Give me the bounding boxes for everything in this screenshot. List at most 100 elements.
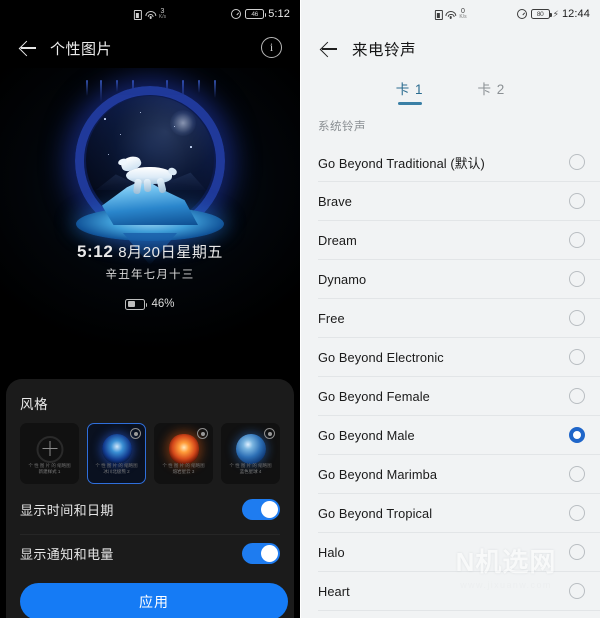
- tab-sim-1[interactable]: 卡 1: [396, 78, 424, 105]
- ringtone-radio[interactable]: [569, 193, 585, 209]
- charging-bolt-icon: ⚡: [552, 8, 559, 19]
- network-speed-indicator: 0 K/s: [459, 8, 466, 20]
- ringtone-radio[interactable]: [569, 349, 585, 365]
- lockscreen-lunar-date: 辛丑年七月十三: [105, 269, 195, 281]
- list-item[interactable]: Go Beyond Electronic: [318, 338, 600, 377]
- style-thumb-earth[interactable]: 个 性 图 片 的 缩略图 蓝色星球 4: [221, 423, 280, 484]
- thumb-caption: 个 性 图 片 的 缩略图 蓝色星球 4: [222, 463, 279, 477]
- ringtone-name: Heart: [318, 583, 350, 599]
- lockscreen-time-date: 5:12 8月20日星期五: [0, 241, 300, 262]
- wifi-icon: [144, 11, 156, 20]
- battery-icon: [125, 298, 148, 310]
- status-time: 12:44: [561, 8, 590, 20]
- polar-bear-orb-icon: [101, 434, 132, 464]
- battery-icon: 46: [245, 9, 267, 19]
- ringtone-radio[interactable]: [569, 544, 585, 560]
- style-section-title: 风格: [20, 397, 49, 412]
- ringtone-radio[interactable]: [569, 232, 585, 248]
- thumb-caption-top: 个 性 图 片 的 缩略图: [229, 462, 272, 468]
- moon-glow: [170, 110, 196, 136]
- sim-card-icon: [133, 10, 142, 20]
- list-item[interactable]: Brave: [318, 182, 600, 221]
- show-notifications-battery-switch[interactable]: [242, 543, 280, 564]
- back-arrow-icon[interactable]: [317, 38, 339, 60]
- ringtone-radio[interactable]: [569, 154, 585, 170]
- battery-level-text: 80: [536, 10, 544, 18]
- ringtone-radio[interactable]: [569, 388, 585, 404]
- ringtone-radio-selected[interactable]: [569, 427, 585, 443]
- battery-level-text: 46: [251, 10, 258, 18]
- apply-button[interactable]: 应用: [20, 583, 288, 618]
- battery-icon: 80: [530, 9, 552, 19]
- list-item[interactable]: Go Beyond Male: [318, 416, 600, 455]
- list-item[interactable]: Go Beyond Female: [318, 377, 600, 416]
- ringtone-radio[interactable]: [569, 310, 585, 326]
- fire-orb-icon: [168, 434, 199, 464]
- network-speed-indicator: 3 K/s: [159, 8, 166, 20]
- lockscreen-preview: 5:12 8月20日星期五 辛丑年七月十三 46%: [0, 68, 300, 368]
- style-thumb-polar-bear[interactable]: 个 性 图 片 的 缩略图 冰川北极熊 2: [87, 423, 146, 484]
- list-item[interactable]: Go Beyond Traditional (默认): [318, 143, 600, 182]
- list-item[interactable]: Free: [318, 299, 600, 338]
- back-arrow-icon[interactable]: [16, 37, 38, 59]
- ringtone-radio[interactable]: [569, 466, 585, 482]
- toggle-row-show-notifications-battery[interactable]: 显示通知和电量: [20, 534, 280, 572]
- style-thumb-fire[interactable]: 个 性 图 片 的 缩略图 熔岩星云 3: [154, 423, 213, 484]
- show-time-date-switch[interactable]: [242, 498, 280, 520]
- polar-bear-artwork: [55, 80, 245, 265]
- earth-orb-icon: [235, 434, 266, 464]
- info-icon[interactable]: i: [261, 37, 282, 58]
- sim-card-icon: [434, 10, 443, 20]
- status-right-group: 80 ⚡ 12:44: [516, 8, 590, 20]
- thumb-caption-bottom: 新建样式 1: [38, 469, 61, 475]
- style-editor-panel: 风格 个 性 图 片 的 缩略图 新建样式 1 个 性 图 片 的 缩略图 冰川…: [6, 379, 294, 618]
- right-app-header: 来电铃声: [301, 28, 600, 70]
- style-option-badge-icon: [264, 428, 275, 439]
- thumb-caption-top: 个 性 图 片 的 缩略图: [28, 462, 71, 468]
- status-center-group: 0 K/s: [434, 8, 467, 20]
- list-item[interactable]: Dynamo: [318, 260, 600, 299]
- thumb-caption: 个 性 图 片 的 缩略图 冰川北极熊 2: [88, 463, 145, 477]
- plus-icon: [42, 441, 57, 456]
- thumb-caption: 个 性 图 片 的 缩略图 新建样式 1: [21, 463, 78, 477]
- lockscreen-clock-block: 5:12 8月20日星期五 辛丑年七月十三 46%: [0, 241, 300, 310]
- ringtone-name: Free: [318, 310, 345, 326]
- dual-phone-screenshot: 3 K/s 46 5:12 个性图片 i 5:12 8月20日星期五 辛丑年七月…: [0, 0, 600, 618]
- ringtone-name: Brave: [318, 193, 352, 209]
- ringtone-name: Go Beyond Marimba: [318, 466, 438, 482]
- sim-card-tabs: 卡 1 卡 2: [301, 70, 600, 112]
- ringtone-name: Go Beyond Female: [318, 388, 430, 404]
- lockscreen-battery-percent: 46%: [151, 298, 175, 310]
- style-thumbnail-list: 个 性 图 片 的 缩略图 新建样式 1 个 性 图 片 的 缩略图 冰川北极熊…: [20, 423, 280, 484]
- left-phone-panel: 3 K/s 46 5:12 个性图片 i 5:12 8月20日星期五 辛丑年七月…: [0, 0, 300, 618]
- network-speed-unit: K/s: [158, 14, 167, 20]
- status-right-group: 46 5:12: [231, 8, 290, 20]
- ringtone-radio[interactable]: [569, 505, 585, 521]
- list-item[interactable]: Go Beyond Tropical: [318, 494, 600, 533]
- add-style-thumb[interactable]: 个 性 图 片 的 缩略图 新建样式 1: [20, 423, 79, 484]
- wifi-icon: [445, 11, 457, 20]
- thumb-caption: 个 性 图 片 的 缩略图 熔岩星云 3: [155, 463, 212, 477]
- list-item[interactable]: Halo: [318, 533, 600, 572]
- list-item[interactable]: Dream: [318, 221, 600, 260]
- alarm-icon: [231, 9, 242, 19]
- toggle-label: 显示时间和日期: [20, 502, 114, 518]
- ringtone-name: Go Beyond Traditional (默认): [318, 155, 485, 171]
- toggle-row-show-time-date[interactable]: 显示时间和日期: [20, 490, 280, 528]
- ringtone-radio[interactable]: [569, 271, 585, 287]
- list-item[interactable]: Go Beyond Marimba: [318, 455, 600, 494]
- ringtone-name: Dynamo: [318, 271, 367, 287]
- status-time: 5:12: [268, 8, 290, 20]
- tab-sim-2[interactable]: 卡 2: [478, 78, 506, 105]
- style-option-badge-icon: [130, 428, 141, 439]
- page-title: 来电铃声: [352, 42, 417, 59]
- thumb-caption-bottom: 熔岩星云 3: [172, 469, 195, 475]
- ringtone-name: Go Beyond Electronic: [318, 349, 444, 365]
- lockscreen-date: 8月20日星期五: [118, 244, 224, 261]
- ringtone-radio[interactable]: [569, 583, 585, 599]
- right-phone-panel: 0 K/s 80 ⚡ 12:44 来电铃声 卡 1 卡 2 系统铃声 Go Be…: [300, 0, 600, 618]
- right-status-bar: 0 K/s 80 ⚡ 12:44: [301, 0, 600, 28]
- thumb-caption-bottom: 冰川北极熊 2: [103, 469, 130, 475]
- list-item[interactable]: Heart: [318, 572, 600, 611]
- ringtone-list: Go Beyond Traditional (默认) Brave Dream D…: [301, 143, 600, 611]
